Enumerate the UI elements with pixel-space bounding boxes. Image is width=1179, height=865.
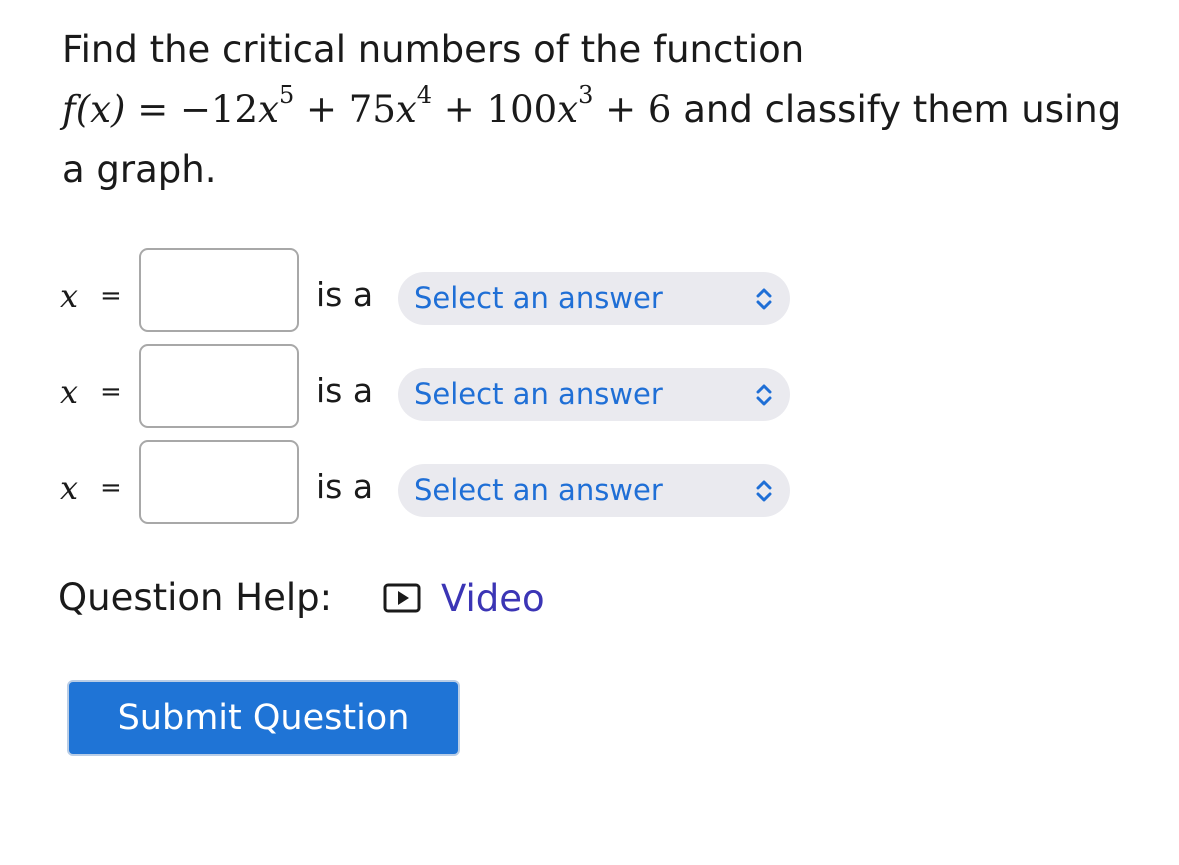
question-help-label: Question Help: bbox=[58, 576, 333, 619]
is-a-label: is a bbox=[316, 275, 374, 314]
x-variable-label: x bbox=[60, 469, 79, 507]
critical-number-input-1[interactable] bbox=[139, 248, 299, 332]
select-placeholder: Select an answer bbox=[414, 377, 663, 411]
chevron-up-down-icon bbox=[756, 288, 772, 310]
equals-sign: = bbox=[100, 281, 122, 311]
equals-sign: = bbox=[100, 377, 122, 407]
classification-select-1[interactable]: Select an answer bbox=[398, 272, 790, 325]
x-variable-label: x bbox=[60, 373, 79, 411]
question-intro: Find the critical numbers of the functio… bbox=[62, 28, 805, 71]
play-video-icon bbox=[383, 583, 421, 613]
question-text: Find the critical numbers of the functio… bbox=[62, 20, 1122, 200]
select-placeholder: Select an answer bbox=[414, 473, 663, 507]
answer-row-1: x = is a Select an answer bbox=[60, 248, 820, 336]
is-a-label: is a bbox=[316, 467, 374, 506]
classification-select-2[interactable]: Select an answer bbox=[398, 368, 790, 421]
chevron-up-down-icon bbox=[756, 480, 772, 502]
answer-row-3: x = is a Select an answer bbox=[60, 440, 820, 528]
classification-select-3[interactable]: Select an answer bbox=[398, 464, 790, 517]
submit-question-button[interactable]: Submit Question bbox=[67, 680, 460, 756]
equals-sign: = bbox=[100, 473, 122, 503]
function-expression: f(x) = −12x5 + 75x4 + 100x3 + 6 bbox=[62, 80, 672, 131]
critical-number-input-3[interactable] bbox=[139, 440, 299, 524]
x-variable-label: x bbox=[60, 277, 79, 315]
select-placeholder: Select an answer bbox=[414, 281, 663, 315]
chevron-up-down-icon bbox=[756, 384, 772, 406]
video-help-link[interactable]: Video bbox=[383, 572, 545, 624]
answer-row-2: x = is a Select an answer bbox=[60, 344, 820, 432]
is-a-label: is a bbox=[316, 371, 374, 410]
video-link-label: Video bbox=[441, 576, 545, 620]
critical-number-input-2[interactable] bbox=[139, 344, 299, 428]
function-label: f(x) bbox=[62, 88, 126, 131]
